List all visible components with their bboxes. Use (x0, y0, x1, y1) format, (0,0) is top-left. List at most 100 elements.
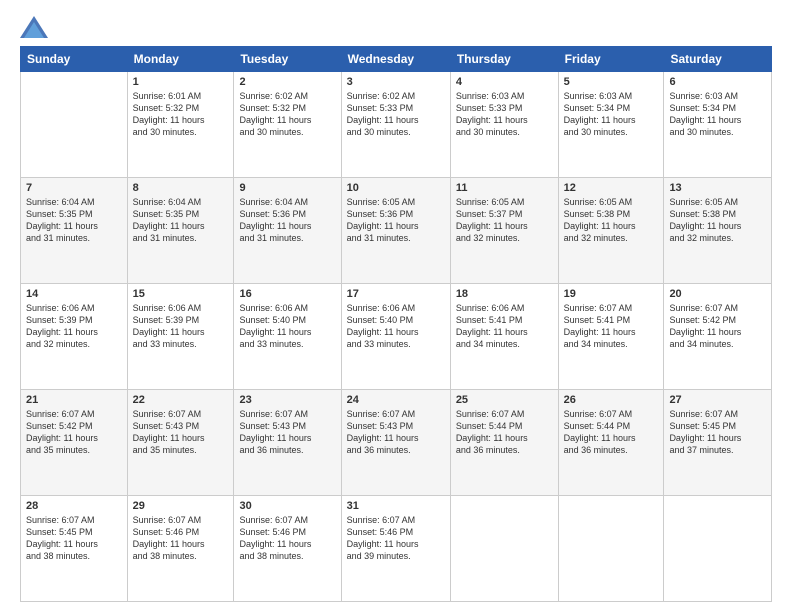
day-detail: Sunrise: 6:06 AM Sunset: 5:40 PM Dayligh… (239, 302, 335, 351)
day-number: 21 (26, 394, 122, 406)
day-number: 18 (456, 288, 553, 300)
day-number: 10 (347, 182, 445, 194)
calendar-cell: 5 Sunrise: 6:03 AM Sunset: 5:34 PM Daylig… (558, 72, 664, 178)
day-detail: Sunrise: 6:06 AM Sunset: 5:41 PM Dayligh… (456, 302, 553, 351)
day-number: 11 (456, 182, 553, 194)
day-detail: Sunrise: 6:07 AM Sunset: 5:43 PM Dayligh… (239, 408, 335, 457)
calendar-cell: 30Sunrise: 6:07 AM Sunset: 5:46 PM Dayli… (234, 496, 341, 602)
calendar-cell (558, 496, 664, 602)
week-row-4: 28Sunrise: 6:07 AM Sunset: 5:45 PM Dayli… (21, 496, 772, 602)
day-detail: Sunrise: 6:01 AM Sunset: 5:32 PM Dayligh… (133, 90, 229, 139)
day-number: 30 (239, 500, 335, 512)
calendar-cell: 4 Sunrise: 6:03 AM Sunset: 5:33 PM Daylig… (450, 72, 558, 178)
day-detail: Sunrise: 6:03 AM Sunset: 5:33 PM Dayligh… (456, 90, 553, 139)
calendar-cell: 15Sunrise: 6:06 AM Sunset: 5:39 PM Dayli… (127, 284, 234, 390)
day-detail: Sunrise: 6:02 AM Sunset: 5:33 PM Dayligh… (347, 90, 445, 139)
calendar-cell: 27 Sunrise: 6:07 AM Sunset: 5:45 PM Dayli… (664, 390, 772, 496)
calendar-cell (450, 496, 558, 602)
day-detail: Sunrise: 6:04 AM Sunset: 5:35 PM Dayligh… (133, 196, 229, 245)
header-cell-saturday: Saturday (664, 47, 772, 72)
day-detail: Sunrise: 6:06 AM Sunset: 5:39 PM Dayligh… (26, 302, 122, 351)
header-row: SundayMondayTuesdayWednesdayThursdayFrid… (21, 47, 772, 72)
day-detail: Sunrise: 6:06 AM Sunset: 5:39 PM Dayligh… (133, 302, 229, 351)
day-number: 12 (564, 182, 659, 194)
day-detail: Sunrise: 6:07 AM Sunset: 5:45 PM Dayligh… (669, 408, 766, 457)
day-number: 4 (456, 76, 553, 88)
header-cell-tuesday: Tuesday (234, 47, 341, 72)
day-detail: Sunrise: 6:06 AM Sunset: 5:40 PM Dayligh… (347, 302, 445, 351)
day-number: 8 (133, 182, 229, 194)
day-detail: Sunrise: 6:05 AM Sunset: 5:38 PM Dayligh… (564, 196, 659, 245)
day-number: 29 (133, 500, 229, 512)
day-number: 26 (564, 394, 659, 406)
day-detail: Sunrise: 6:02 AM Sunset: 5:32 PM Dayligh… (239, 90, 335, 139)
week-row-1: 7 Sunrise: 6:04 AM Sunset: 5:35 PM Daylig… (21, 178, 772, 284)
day-number: 3 (347, 76, 445, 88)
calendar-cell: 2 Sunrise: 6:02 AM Sunset: 5:32 PM Daylig… (234, 72, 341, 178)
calendar-cell: 17 Sunrise: 6:06 AM Sunset: 5:40 PM Dayli… (341, 284, 450, 390)
calendar-cell: 12 Sunrise: 6:05 AM Sunset: 5:38 PM Dayli… (558, 178, 664, 284)
day-number: 14 (26, 288, 122, 300)
day-number: 13 (669, 182, 766, 194)
header-cell-thursday: Thursday (450, 47, 558, 72)
calendar-cell: 19Sunrise: 6:07 AM Sunset: 5:41 PM Dayli… (558, 284, 664, 390)
calendar-table: SundayMondayTuesdayWednesdayThursdayFrid… (20, 46, 772, 602)
day-number: 23 (239, 394, 335, 406)
day-detail: Sunrise: 6:07 AM Sunset: 5:41 PM Dayligh… (564, 302, 659, 351)
day-detail: Sunrise: 6:07 AM Sunset: 5:46 PM Dayligh… (133, 514, 229, 563)
calendar-cell: 6 Sunrise: 6:03 AM Sunset: 5:34 PM Daylig… (664, 72, 772, 178)
logo-icon (20, 16, 48, 38)
calendar-cell: 14 Sunrise: 6:06 AM Sunset: 5:39 PM Dayli… (21, 284, 128, 390)
day-number: 9 (239, 182, 335, 194)
calendar-cell: 9 Sunrise: 6:04 AM Sunset: 5:36 PM Daylig… (234, 178, 341, 284)
day-number: 25 (456, 394, 553, 406)
day-detail: Sunrise: 6:07 AM Sunset: 5:42 PM Dayligh… (26, 408, 122, 457)
calendar-cell: 3 Sunrise: 6:02 AM Sunset: 5:33 PM Daylig… (341, 72, 450, 178)
calendar-cell: 25 Sunrise: 6:07 AM Sunset: 5:44 PM Dayli… (450, 390, 558, 496)
day-number: 5 (564, 76, 659, 88)
calendar-cell: 1 Sunrise: 6:01 AM Sunset: 5:32 PM Daylig… (127, 72, 234, 178)
calendar-cell: 18 Sunrise: 6:06 AM Sunset: 5:41 PM Dayli… (450, 284, 558, 390)
calendar-cell: 29 Sunrise: 6:07 AM Sunset: 5:46 PM Dayli… (127, 496, 234, 602)
calendar-cell: 24 Sunrise: 6:07 AM Sunset: 5:43 PM Dayli… (341, 390, 450, 496)
day-detail: Sunrise: 6:04 AM Sunset: 5:36 PM Dayligh… (239, 196, 335, 245)
day-detail: Sunrise: 6:07 AM Sunset: 5:46 PM Dayligh… (347, 514, 445, 563)
day-detail: Sunrise: 6:07 AM Sunset: 5:44 PM Dayligh… (456, 408, 553, 457)
day-detail: Sunrise: 6:03 AM Sunset: 5:34 PM Dayligh… (669, 90, 766, 139)
calendar-cell: 13Sunrise: 6:05 AM Sunset: 5:38 PM Dayli… (664, 178, 772, 284)
calendar-cell: 7 Sunrise: 6:04 AM Sunset: 5:35 PM Daylig… (21, 178, 128, 284)
day-detail: Sunrise: 6:07 AM Sunset: 5:42 PM Dayligh… (669, 302, 766, 351)
calendar-cell: 11 Sunrise: 6:05 AM Sunset: 5:37 PM Dayli… (450, 178, 558, 284)
day-number: 7 (26, 182, 122, 194)
day-detail: Sunrise: 6:04 AM Sunset: 5:35 PM Dayligh… (26, 196, 122, 245)
calendar-cell: 28Sunrise: 6:07 AM Sunset: 5:45 PM Dayli… (21, 496, 128, 602)
header-cell-friday: Friday (558, 47, 664, 72)
day-detail: Sunrise: 6:07 AM Sunset: 5:43 PM Dayligh… (347, 408, 445, 457)
day-number: 31 (347, 500, 445, 512)
calendar-cell: 10Sunrise: 6:05 AM Sunset: 5:36 PM Dayli… (341, 178, 450, 284)
day-number: 24 (347, 394, 445, 406)
day-number: 17 (347, 288, 445, 300)
header-cell-monday: Monday (127, 47, 234, 72)
day-detail: Sunrise: 6:03 AM Sunset: 5:34 PM Dayligh… (564, 90, 659, 139)
day-number: 27 (669, 394, 766, 406)
logo (20, 16, 52, 38)
day-number: 20 (669, 288, 766, 300)
day-number: 6 (669, 76, 766, 88)
calendar-cell: 22Sunrise: 6:07 AM Sunset: 5:43 PM Dayli… (127, 390, 234, 496)
week-row-2: 14 Sunrise: 6:06 AM Sunset: 5:39 PM Dayli… (21, 284, 772, 390)
day-number: 2 (239, 76, 335, 88)
day-detail: Sunrise: 6:07 AM Sunset: 5:43 PM Dayligh… (133, 408, 229, 457)
calendar-cell (21, 72, 128, 178)
header-cell-wednesday: Wednesday (341, 47, 450, 72)
calendar-header: SundayMondayTuesdayWednesdayThursdayFrid… (21, 47, 772, 72)
week-row-0: 1 Sunrise: 6:01 AM Sunset: 5:32 PM Daylig… (21, 72, 772, 178)
calendar-cell (664, 496, 772, 602)
day-detail: Sunrise: 6:05 AM Sunset: 5:37 PM Dayligh… (456, 196, 553, 245)
calendar-cell: 20 Sunrise: 6:07 AM Sunset: 5:42 PM Dayli… (664, 284, 772, 390)
page: SundayMondayTuesdayWednesdayThursdayFrid… (0, 0, 792, 612)
day-number: 1 (133, 76, 229, 88)
week-row-3: 21 Sunrise: 6:07 AM Sunset: 5:42 PM Dayli… (21, 390, 772, 496)
day-detail: Sunrise: 6:07 AM Sunset: 5:44 PM Dayligh… (564, 408, 659, 457)
calendar-cell: 16Sunrise: 6:06 AM Sunset: 5:40 PM Dayli… (234, 284, 341, 390)
